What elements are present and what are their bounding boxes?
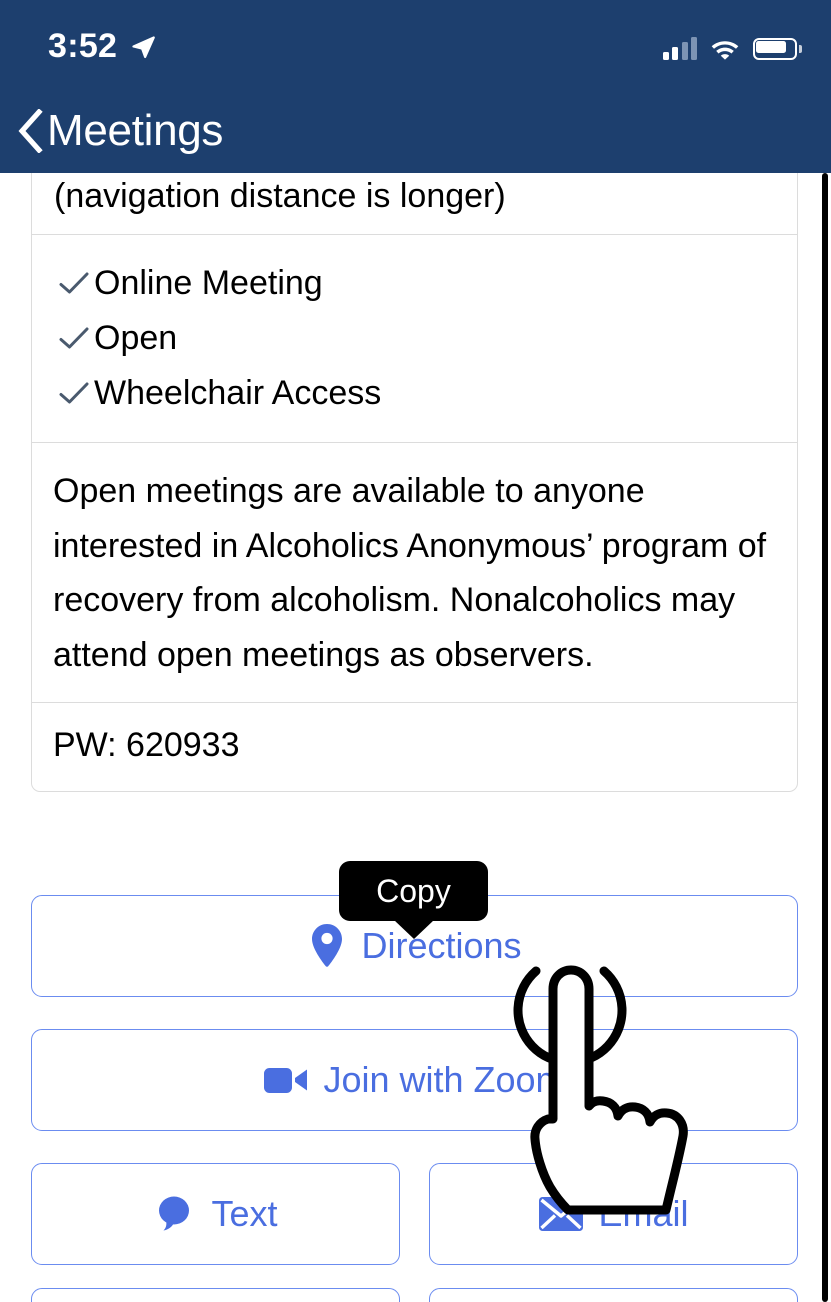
email-label: Email <box>598 1193 689 1234</box>
description-row: Open meetings are available to anyone in… <box>32 443 797 703</box>
join-with-zoom-label: Join with Zoom <box>323 1059 566 1100</box>
map-pin-icon <box>312 924 343 967</box>
cellular-signal-icon <box>662 37 697 60</box>
flag-open: Open <box>54 310 775 365</box>
back-button[interactable]: Meetings <box>17 100 223 162</box>
chevron-left-icon <box>18 109 43 153</box>
check-icon <box>54 325 94 351</box>
flag-label: Open <box>94 318 178 357</box>
status-bar-time: 3:52 <box>48 27 118 65</box>
flag-label: Online Meeting <box>94 263 323 302</box>
page-title: Meetings <box>47 106 224 155</box>
description-text: Open meetings are available to anyone in… <box>53 472 767 674</box>
navigation-bar: Meetings <box>0 88 831 173</box>
envelope-icon <box>539 1197 584 1231</box>
check-icon <box>54 380 94 406</box>
additional-action-button-right[interactable] <box>429 1288 798 1302</box>
copy-tooltip-label: Copy <box>376 873 451 909</box>
tooltip-tail <box>393 920 434 939</box>
additional-action-button-left[interactable] <box>31 1288 400 1302</box>
phone-screen: 3:52 Meetings (navigation distance is lo… <box>0 0 831 1302</box>
flag-online-meeting: Online Meeting <box>54 255 775 310</box>
email-button[interactable]: Email <box>429 1163 798 1265</box>
battery-icon <box>753 38 802 60</box>
scroll-content[interactable]: (navigation distance is longer) Online M… <box>0 173 831 1302</box>
wifi-icon <box>711 41 739 60</box>
distance-note-row: (navigation distance is longer) <box>32 173 797 235</box>
directions-label: Directions <box>361 925 522 966</box>
flag-label: Wheelchair Access <box>94 373 382 412</box>
location-arrow-icon <box>132 36 155 59</box>
copy-tooltip[interactable]: Copy <box>339 861 488 939</box>
join-with-zoom-button[interactable]: Join with Zoom <box>31 1029 798 1131</box>
flag-wheelchair-access: Wheelchair Access <box>54 365 775 420</box>
check-icon <box>54 270 94 296</box>
status-bar: 3:52 <box>0 0 831 88</box>
password-text: PW: 620933 <box>53 726 240 764</box>
status-bar-indicators <box>662 28 802 60</box>
text-label: Text <box>211 1193 278 1234</box>
password-row[interactable]: PW: 620933 <box>32 703 797 791</box>
distance-note-text: (navigation distance is longer) <box>54 177 506 215</box>
speech-bubble-icon <box>159 1196 190 1231</box>
meeting-details-card: (navigation distance is longer) Online M… <box>31 173 798 792</box>
vertical-scrollbar[interactable] <box>822 173 828 1302</box>
video-camera-icon <box>264 1068 308 1093</box>
text-button[interactable]: Text <box>31 1163 400 1265</box>
meeting-flags-row: Online Meeting Open Wheelchair Access <box>32 235 797 443</box>
